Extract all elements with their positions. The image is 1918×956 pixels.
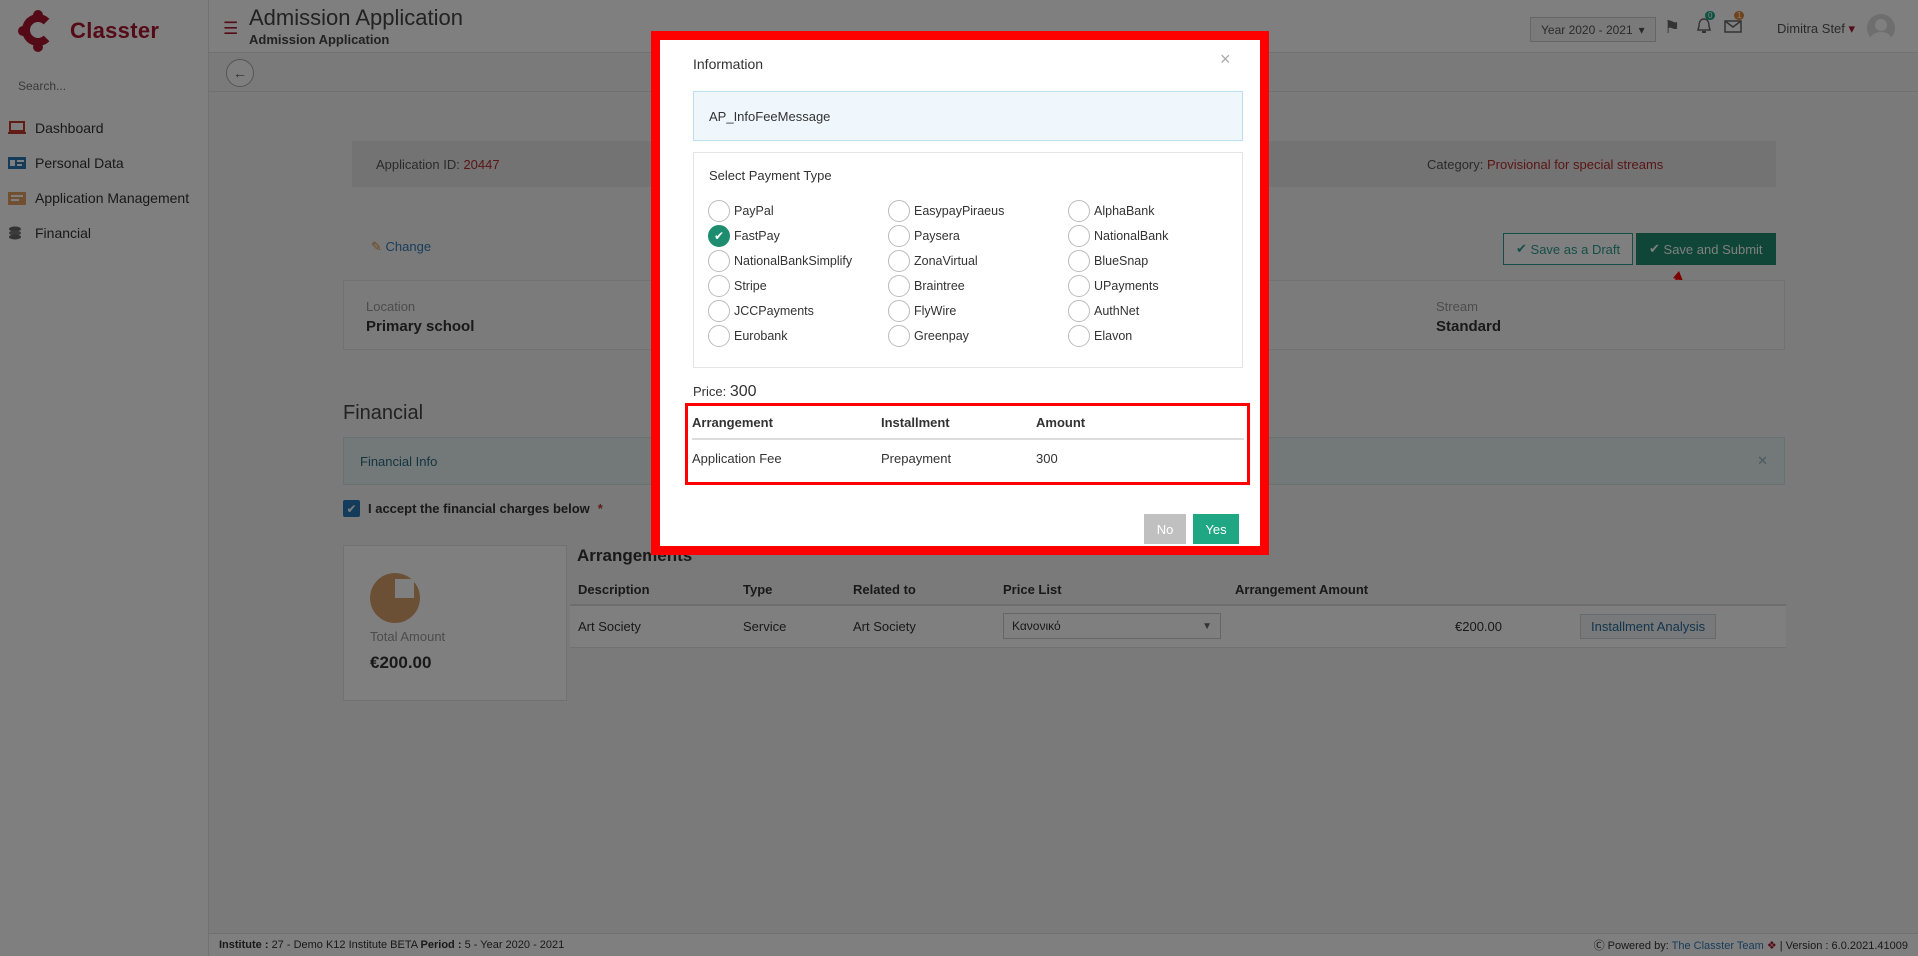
payment-option-fastpay[interactable]: ✔ FastPay	[708, 224, 888, 248]
payment-option-bluesnap[interactable]: BlueSnap	[1068, 249, 1238, 273]
payment-option-label: PayPal	[734, 204, 774, 218]
payment-type-title: Select Payment Type	[709, 168, 832, 183]
radio-icon[interactable]	[1068, 300, 1090, 322]
payment-option-label: AuthNet	[1094, 304, 1140, 318]
payment-option-elavon[interactable]: Elavon	[1068, 324, 1238, 348]
payment-option-label: Stripe	[734, 279, 767, 293]
radio-icon[interactable]	[708, 250, 730, 272]
yes-button[interactable]: Yes	[1193, 514, 1239, 544]
fee-table: Arrangement Installment Amount Applicati…	[692, 406, 1244, 477]
radio-icon[interactable]	[888, 200, 910, 222]
table-row: Application Fee Prepayment 300	[692, 438, 1244, 477]
payment-option-authnet[interactable]: AuthNet	[1068, 299, 1238, 323]
radio-checked-icon[interactable]: ✔	[708, 225, 730, 247]
fee-table-highlight-frame: Arrangement Installment Amount Applicati…	[685, 403, 1250, 485]
radio-icon[interactable]	[1068, 200, 1090, 222]
payment-option-label: JCCPayments	[734, 304, 814, 318]
payment-option-label: FastPay	[734, 229, 780, 243]
payment-option-braintree[interactable]: Braintree	[888, 274, 1068, 298]
payment-option-upayments[interactable]: UPayments	[1068, 274, 1238, 298]
payment-option-eurobank[interactable]: Eurobank	[708, 324, 888, 348]
payment-option-label: Paysera	[914, 229, 960, 243]
radio-icon[interactable]	[1068, 225, 1090, 247]
payment-option-label: NationalBank	[1094, 229, 1169, 243]
payment-options-grid: PayPal EasypayPiraeus AlphaBank ✔ FastPay Pay…	[708, 199, 1238, 348]
payment-option-label: Braintree	[914, 279, 965, 293]
radio-icon[interactable]	[708, 325, 730, 347]
payment-option-flywire[interactable]: FlyWire	[888, 299, 1068, 323]
payment-option-alphabank[interactable]: AlphaBank	[1068, 199, 1238, 223]
payment-option-paypal[interactable]: PayPal	[708, 199, 888, 223]
payment-option-nationalbanksimplify[interactable]: NationalBankSimplify	[708, 249, 888, 273]
payment-option-label: EasypayPiraeus	[914, 204, 1005, 218]
payment-option-label: Elavon	[1094, 329, 1133, 343]
radio-icon[interactable]	[888, 300, 910, 322]
price-label: Price:	[693, 384, 727, 399]
payment-option-paysera[interactable]: Paysera	[888, 224, 1068, 248]
information-modal: Information × AP_InfoFeeMessage Select P…	[660, 40, 1260, 546]
payment-option-label: NationalBankSimplify	[734, 254, 853, 268]
payment-option-zonavirtual[interactable]: ZonaVirtual	[888, 249, 1068, 273]
modal-highlight-frame: Information × AP_InfoFeeMessage Select P…	[651, 31, 1269, 555]
payment-option-easypaypiraeus[interactable]: EasypayPiraeus	[888, 199, 1068, 223]
radio-icon[interactable]	[888, 225, 910, 247]
payment-option-label: Greenpay	[914, 329, 969, 343]
cell-arrangement: Application Fee	[692, 438, 881, 477]
radio-icon[interactable]	[888, 250, 910, 272]
payment-option-label: BlueSnap	[1094, 254, 1149, 268]
price-value: 300	[729, 383, 757, 400]
radio-icon[interactable]	[708, 200, 730, 222]
payment-option-jccpayments[interactable]: JCCPayments	[708, 299, 888, 323]
table-header-row: Arrangement Installment Amount	[692, 406, 1244, 440]
column-header: Amount	[1036, 406, 1244, 440]
radio-icon[interactable]	[1068, 275, 1090, 297]
payment-option-label: FlyWire	[914, 304, 957, 318]
payment-option-greenpay[interactable]: Greenpay	[888, 324, 1068, 348]
info-message: AP_InfoFeeMessage	[693, 91, 1243, 141]
modal-title: Information	[693, 56, 764, 72]
column-header: Arrangement	[692, 406, 881, 440]
payment-option-label: ZonaVirtual	[914, 254, 978, 268]
payment-option-stripe[interactable]: Stripe	[708, 274, 888, 298]
price: Price: 300	[693, 383, 757, 401]
radio-icon[interactable]	[708, 275, 730, 297]
payment-option-label: Eurobank	[734, 329, 788, 343]
payment-type-panel: Select Payment Type PayPal EasypayPiraeus…	[693, 152, 1243, 368]
no-button[interactable]: No	[1144, 514, 1186, 544]
radio-icon[interactable]	[888, 275, 910, 297]
payment-option-label: UPayments	[1094, 279, 1159, 293]
cell-amount: 300	[1036, 438, 1244, 477]
radio-icon[interactable]	[1068, 325, 1090, 347]
column-header: Installment	[881, 406, 1036, 440]
radio-icon[interactable]	[1068, 250, 1090, 272]
cell-installment: Prepayment	[881, 438, 1036, 477]
close-icon[interactable]: ×	[1220, 49, 1231, 70]
radio-icon[interactable]	[888, 325, 910, 347]
payment-option-label: AlphaBank	[1094, 204, 1155, 218]
radio-icon[interactable]	[708, 300, 730, 322]
payment-option-nationalbank[interactable]: NationalBank	[1068, 224, 1238, 248]
